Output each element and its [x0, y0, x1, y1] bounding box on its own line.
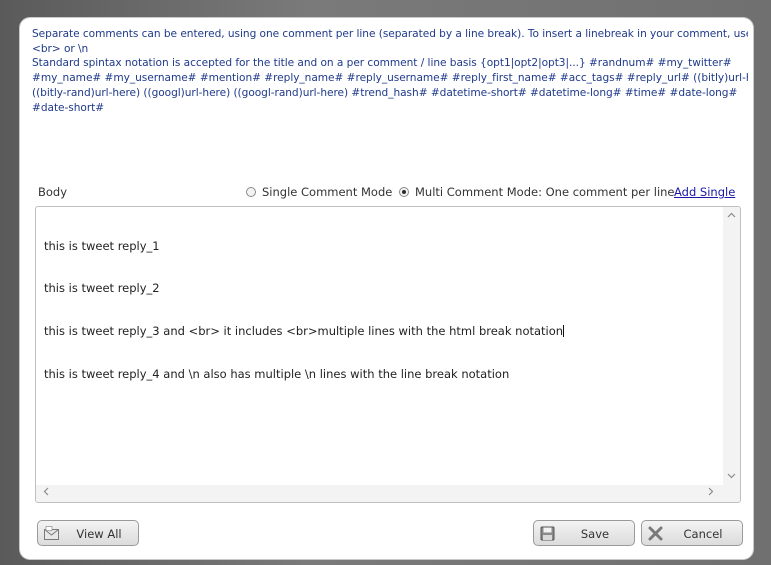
comment-line: this is tweet reply_1: [44, 238, 160, 253]
comment-line: this is tweet reply_2: [44, 281, 564, 295]
comment-editor-dialog: Separate comments can be entered, using …: [20, 18, 753, 559]
instruction-line: Standard spintax notation is accepted fo…: [32, 57, 732, 70]
body-textarea[interactable]: this is tweet reply_1 this is tweet repl…: [35, 206, 741, 503]
multi-comment-mode-option[interactable]: Multi Comment Mode: One comment per line: [399, 185, 675, 199]
body-label: Body: [38, 185, 68, 199]
view-all-button[interactable]: View All: [37, 520, 139, 546]
add-single-link[interactable]: Add Single: [674, 185, 735, 199]
instruction-line: #date-short#: [32, 101, 105, 114]
multi-comment-mode-radio[interactable]: [399, 187, 409, 197]
save-button[interactable]: Save: [533, 520, 635, 546]
save-label: Save: [580, 527, 610, 541]
comment-line: this is tweet reply_4 and \n also has mu…: [44, 367, 510, 382]
scroll-left-icon[interactable]: [43, 487, 49, 499]
cancel-button[interactable]: Cancel: [641, 520, 743, 546]
instruction-line: ((bitly-rand)url-here) ((googl)url-here)…: [32, 86, 738, 99]
scroll-down-icon[interactable]: [727, 473, 736, 482]
scroll-right-icon[interactable]: [708, 487, 714, 499]
comment-line-text: this is tweet reply_3 and <br> it includ…: [44, 324, 564, 339]
text-caret: [563, 325, 565, 338]
single-comment-mode-option[interactable]: Single Comment Mode: [246, 185, 392, 199]
scrollbar-corner: [723, 485, 740, 502]
view-all-label: View All: [76, 527, 122, 541]
instruction-line: <br> or \n: [32, 42, 89, 55]
comment-line-text: this is tweet reply_2: [44, 281, 160, 296]
cancel-label: Cancel: [683, 527, 723, 541]
scroll-up-icon[interactable]: [727, 212, 736, 221]
instructions-text: Separate comments can be entered, using …: [32, 27, 748, 115]
multi-comment-mode-label: Multi Comment Mode: One comment per line: [415, 185, 675, 199]
instruction-line: #my_name# #my_username# #mention# #reply…: [32, 72, 748, 85]
body-text-content[interactable]: this is tweet reply_1 this is tweet repl…: [44, 210, 565, 410]
vertical-scrollbar[interactable]: [723, 207, 740, 486]
horizontal-scrollbar[interactable]: [36, 485, 724, 502]
single-comment-mode-radio[interactable]: [246, 187, 256, 197]
single-comment-mode-label: Single Comment Mode: [262, 185, 393, 199]
comment-line: this is tweet reply_3 and <br> it includ…: [44, 324, 565, 339]
instruction-line: Separate comments can be entered, using …: [32, 28, 748, 40]
